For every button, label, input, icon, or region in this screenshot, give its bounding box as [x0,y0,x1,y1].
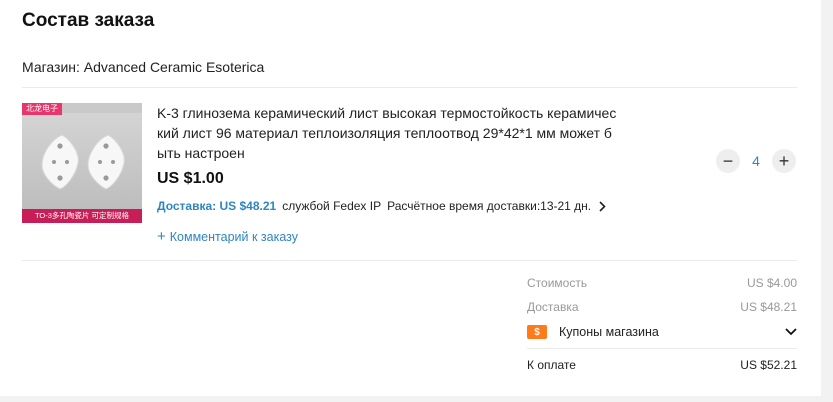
divider [527,348,797,349]
increase-quantity-button[interactable]: + [772,149,796,173]
store-coupons-row[interactable]: $ Купоны магазина [527,325,797,339]
comment-label: Комментарий к заказу [169,229,298,244]
plus-icon: + [157,228,166,245]
shipping-label: Доставка [527,300,579,314]
add-comment-link[interactable]: + Комментарий к заказу [157,229,298,244]
store-name[interactable]: Магазин: Advanced Ceramic Esoterica [22,59,264,75]
cost-value: US $4.00 [746,276,797,290]
divider [22,260,797,261]
product-price: US $1.00 [157,170,224,187]
summary-shipping-row: Доставка US $48.21 [527,300,797,314]
delivery-cost: Доставка: US $48.21 [157,199,277,213]
delivery-service: службой Fedex IP [282,199,382,213]
summary-total-row: К оплате US $52.21 [527,358,797,372]
decrease-quantity-button[interactable]: − [716,149,740,173]
quantity-value[interactable]: 4 [740,153,772,169]
coupon-label: Купоны магазина [559,325,659,339]
chevron-down-icon[interactable] [785,325,797,339]
store-coupons: $ Купоны магазина [527,325,659,339]
delivery-info[interactable]: Доставка: US $48.21 службой Fedex IP Рас… [157,199,606,213]
product-title[interactable]: K-3 глинозема керамический лист высокая … [157,103,617,163]
ceramic-sheet-image [22,113,142,209]
divider [22,87,797,88]
thumbnail-tag: 北龙电子 [22,103,62,115]
order-composition-card: Состав заказа Магазин: Advanced Ceramic … [0,0,821,396]
total-value: US $52.21 [740,358,797,372]
coupon-icon: $ [527,325,547,339]
total-label: К оплате [527,358,576,372]
shipping-value: US $48.21 [740,300,797,314]
page-title: Состав заказа [22,10,155,31]
chevron-right-icon[interactable] [599,200,606,212]
thumbnail-caption: TO-3多孔陶瓷片 可定制规格 [22,209,142,223]
summary-cost-row: Стоимость US $4.00 [527,276,797,290]
product-thumbnail[interactable]: 北龙电子 TO-3多孔陶瓷片 可定制规格 [22,103,142,223]
quantity-stepper: − 4 + [716,149,796,173]
cost-label: Стоимость [527,276,588,290]
delivery-time: Расчётное время доставки:13-21 дн. [387,199,592,213]
